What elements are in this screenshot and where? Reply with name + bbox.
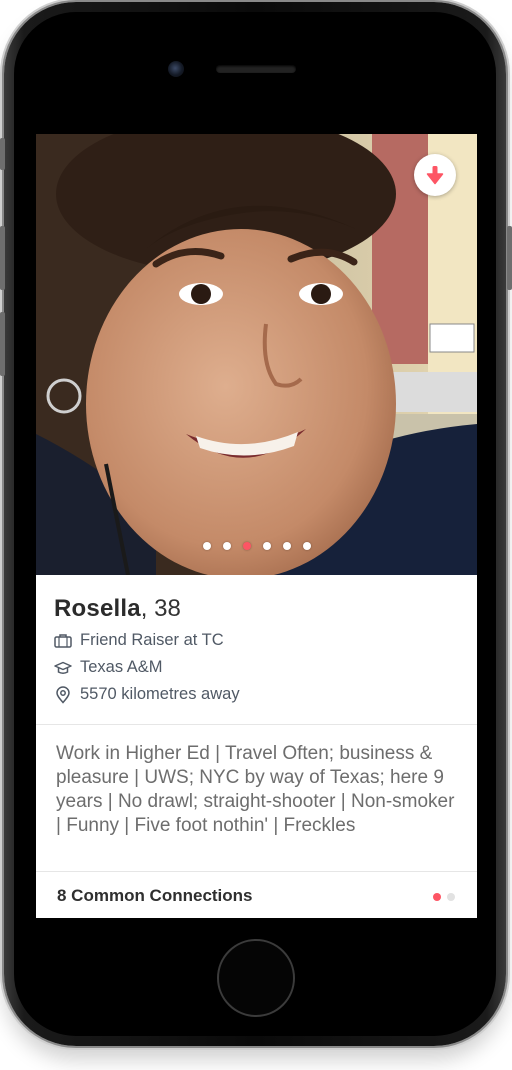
common-connections-label[interactable]: 8 Common Connections (57, 886, 253, 906)
front-camera (168, 61, 184, 77)
profile-distance: 5570 kilometres away (80, 685, 240, 703)
profile-name-age: Rosella, 38 (54, 595, 181, 623)
photo-pager-dot[interactable] (202, 542, 211, 550)
app-screen: Rosella, 38 Friend Raiser at TC Texas A&… (36, 134, 477, 918)
profile-distance-row: 5570 kilometres away (54, 685, 240, 704)
photo-pager-dot[interactable] (222, 542, 231, 550)
home-button[interactable] (217, 939, 295, 1017)
profile-job: Friend Raiser at TC (80, 631, 224, 649)
photo-pager (36, 542, 477, 550)
mute-switch (0, 138, 5, 170)
profile-school-row: Texas A&M (54, 658, 163, 677)
profile-bio: Work in Higher Ed | Travel Often; busine… (56, 743, 455, 836)
photo-illustration (36, 134, 477, 575)
photo-pager-dot[interactable] (262, 542, 271, 550)
connections-pager-dot[interactable] (447, 893, 455, 901)
divider (36, 724, 477, 725)
volume-down-button (0, 312, 5, 376)
photo-pager-dot-active[interactable] (242, 542, 251, 550)
profile-summary: Rosella, 38 Friend Raiser at TC Texas A&… (36, 575, 477, 725)
connections-pager-dot-active[interactable] (433, 893, 441, 901)
volume-up-button (0, 226, 5, 290)
power-button (507, 226, 512, 290)
profile-name: Rosella (54, 595, 141, 622)
briefcase-icon (54, 633, 72, 648)
profile-job-row: Friend Raiser at TC (54, 631, 224, 650)
location-pin-icon (56, 685, 70, 704)
earpiece-speaker (216, 65, 296, 73)
photo-pager-dot[interactable] (302, 542, 311, 550)
graduation-cap-icon (54, 661, 72, 674)
close-profile-button[interactable] (414, 154, 456, 196)
divider (36, 871, 477, 872)
profile-school: Texas A&M (80, 658, 163, 676)
connections-pager (433, 893, 455, 901)
profile-age: , 38 (140, 595, 181, 622)
profile-photo[interactable] (36, 134, 477, 575)
photo-pager-dot[interactable] (282, 542, 291, 550)
arrow-down-icon (426, 166, 444, 185)
